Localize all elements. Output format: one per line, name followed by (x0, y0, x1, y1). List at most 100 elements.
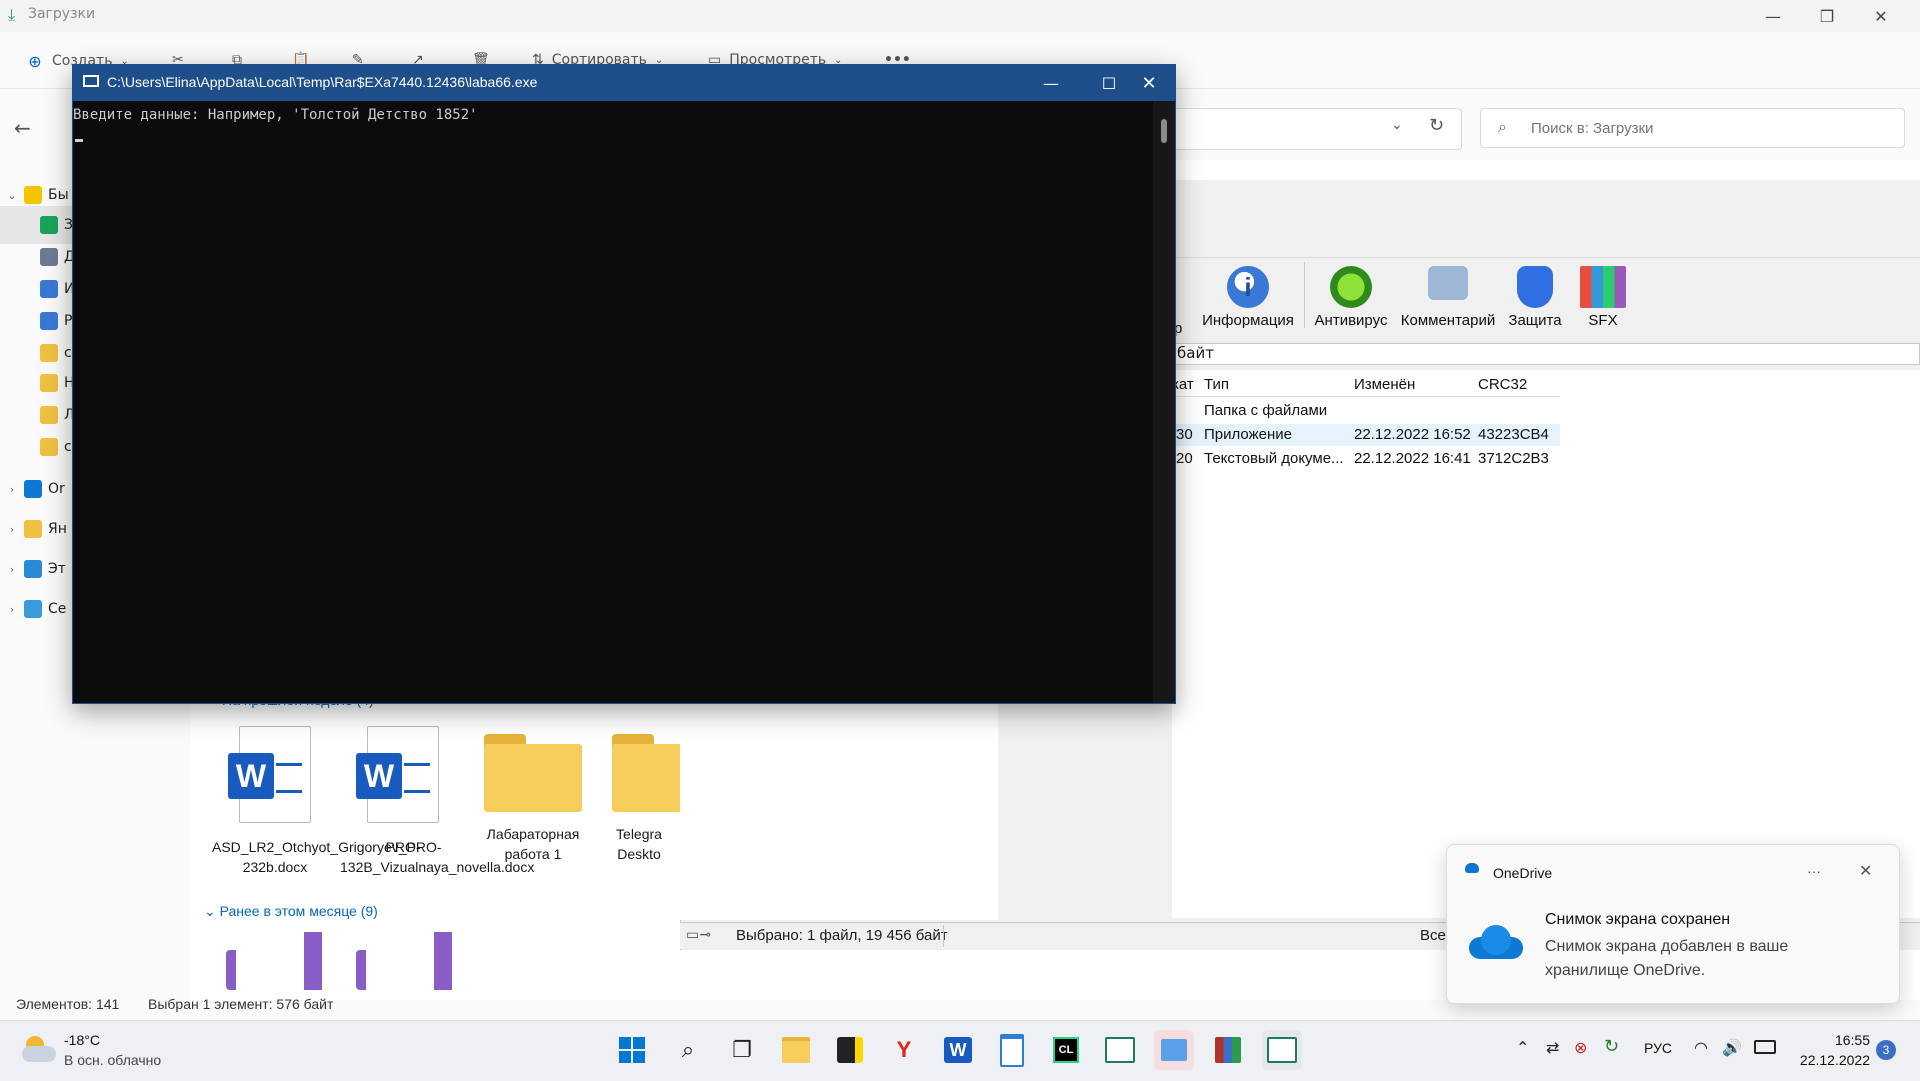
sidebar-item-label: Эт (48, 561, 66, 577)
language-indicator[interactable]: РУС (1644, 1040, 1672, 1056)
notepad-taskbar-button[interactable] (992, 1030, 1032, 1070)
sfx-tool-button[interactable]: SFX (1572, 266, 1634, 329)
path-text: байт (1177, 344, 1214, 362)
console-scrollbar[interactable] (1153, 101, 1175, 703)
back-arrow-icon[interactable]: ← (14, 116, 31, 140)
file-tile-folder[interactable]: Telegra Deskto (598, 726, 680, 864)
file-name: Лабараторная работа 1 (486, 826, 580, 862)
restore-button[interactable]: ❐ (1800, 0, 1854, 32)
console-close-button[interactable]: ✕ (1125, 65, 1173, 101)
group-header-this-month[interactable]: ⌄ Ранее в этом месяце (9) (204, 903, 378, 920)
table-row[interactable]: 20 Текстовый докуме... 22.12.2022 16:41 … (1172, 450, 1560, 472)
word-taskbar-button[interactable]: W (938, 1030, 978, 1070)
search-icon: ⌕ (1498, 117, 1507, 136)
sticky-notes-taskbar-button[interactable] (830, 1030, 870, 1070)
download-icon: ⤓ (8, 5, 16, 24)
clion-taskbar-button[interactable]: CL (1046, 1030, 1086, 1070)
wifi-icon[interactable]: ◠ (1694, 1038, 1708, 1057)
console-titlebar[interactable]: C:\Users\Elina\AppData\Local\Temp\Rar$EX… (73, 65, 1175, 101)
start-button[interactable] (612, 1030, 652, 1070)
chevron-up-icon[interactable]: ⌃ (1516, 1038, 1529, 1057)
comment-tool-button[interactable]: Комментарий (1398, 266, 1498, 329)
snipping-tool-taskbar-button[interactable] (1154, 1030, 1194, 1070)
chevron-icon[interactable]: › (0, 523, 24, 536)
antivirus-tool-button[interactable]: Антивирус (1310, 266, 1392, 329)
chevron-icon[interactable]: › (0, 563, 24, 576)
clock-date[interactable]: 22.12.2022 (1794, 1052, 1870, 1068)
onedrive-notification[interactable]: OneDrive ··· ✕ Снимок экрана сохранен Сн… (1446, 844, 1900, 1004)
console-window[interactable]: C:\Users\Elina\AppData\Local\Temp\Rar$EX… (72, 64, 1176, 704)
document-icon (40, 248, 58, 266)
address-bar[interactable]: ⌄ ↻ (1170, 108, 1462, 150)
folder-icon (40, 344, 58, 362)
onedrive-error-icon[interactable]: ⊗ (1574, 1038, 1587, 1057)
chevron-icon[interactable]: › (0, 483, 24, 496)
tool-label: Защита (1508, 312, 1562, 329)
visual-studio-file-icon[interactable] (226, 932, 322, 990)
weather-description[interactable]: В осн. облачно (64, 1052, 161, 1068)
visual-studio-file-icon[interactable] (356, 932, 452, 990)
search-taskbar-button[interactable]: ⌕ (668, 1030, 708, 1070)
refresh-icon[interactable]: ↻ (1604, 1036, 1619, 1057)
word-document-icon: W (356, 726, 439, 823)
sidebar-item-label: Or (48, 481, 65, 497)
file-tile-word[interactable]: W ASD_LR2_Otchyot_Grigoryev_PRO-232b.doc… (212, 726, 442, 877)
file-name: PRO-132B_Vizualnaya_novella.docx (340, 839, 535, 875)
onedrive-small-icon (1465, 863, 1479, 873)
cell-packed: 20 (1176, 450, 1193, 467)
console-taskbar-button[interactable] (1100, 1030, 1140, 1070)
windows-logo-icon (619, 1037, 645, 1063)
file-name: ASD_LR2_Otchyot_Grigoryev_PRO-232b.docx (212, 839, 442, 875)
info-icon: i (1227, 266, 1269, 308)
file-tile-word[interactable]: W PRO-132B_Vizualnaya_novella.docx (340, 726, 535, 877)
console-title: C:\Users\Elina\AppData\Local\Temp\Rar$EX… (107, 74, 538, 90)
weather-cloud-icon[interactable] (22, 1034, 58, 1062)
winrar-icon (1215, 1037, 1241, 1063)
comment-icon (1428, 266, 1468, 300)
cell-modified: 22.12.2022 16:52 (1354, 426, 1471, 443)
close-icon: ✕ (1874, 6, 1888, 26)
winrar-path-bar[interactable]: байт (1172, 343, 1920, 365)
restore-icon: ❐ (1819, 6, 1835, 26)
tool-label: Антивирус (1314, 312, 1388, 329)
yandex-browser-taskbar-button[interactable]: Y (884, 1030, 924, 1070)
folder-icon (484, 734, 582, 812)
chevron-down-icon[interactable]: ⌄ (1391, 117, 1403, 133)
group-label: Ранее в этом месяце (9) (219, 903, 378, 919)
sync-arrows-icon[interactable]: ⇄ (1546, 1038, 1559, 1057)
file-tile-folder[interactable]: Лабараторная работа 1 (470, 726, 596, 864)
column-header-modified[interactable]: Изменён (1354, 376, 1415, 393)
refresh-icon[interactable]: ↻ (1429, 115, 1444, 136)
column-header-type[interactable]: Тип (1204, 376, 1229, 393)
folder-icon (612, 734, 680, 812)
toast-more-button[interactable]: ··· (1807, 863, 1821, 879)
battery-icon[interactable] (1754, 1040, 1776, 1054)
chevron-icon[interactable]: ⌄ (0, 189, 24, 202)
winrar-taskbar-button[interactable] (1208, 1030, 1248, 1070)
console-minimize-button[interactable]: — (1027, 65, 1075, 101)
search-input[interactable] (1480, 108, 1905, 148)
console-app-icon (1267, 1037, 1297, 1063)
close-button[interactable]: ✕ (1854, 0, 1908, 32)
task-view-button[interactable]: ❐ (722, 1030, 762, 1070)
minimize-button[interactable]: — (1746, 0, 1800, 32)
toast-heading: Снимок экрана сохранен (1545, 911, 1731, 928)
table-row[interactable]: Папка с файлами (1172, 402, 1560, 424)
weather-temperature[interactable]: -18°C (64, 1032, 100, 1048)
active-console-taskbar-button[interactable] (1262, 1030, 1302, 1070)
toast-close-icon[interactable]: ✕ (1859, 861, 1872, 880)
status-item-count: Элементов: 141 (16, 996, 120, 1012)
cell-type: Приложение (1204, 426, 1292, 443)
volume-icon[interactable]: 🔊 (1722, 1038, 1742, 1057)
protect-tool-button[interactable]: Защита (1502, 266, 1568, 329)
scrollbar-thumb[interactable] (1161, 119, 1167, 143)
chevron-icon[interactable]: › (0, 603, 24, 616)
notification-badge[interactable]: 3 (1876, 1040, 1896, 1060)
column-header-crc32[interactable]: CRC32 (1478, 376, 1527, 393)
info-tool-button[interactable]: i Информация (1198, 266, 1298, 329)
clock-time[interactable]: 16:55 (1808, 1032, 1870, 1048)
table-row[interactable]: 30 Приложение 22.12.2022 16:52 43223CB4 (1172, 426, 1560, 448)
winrar-left-pane (680, 702, 998, 920)
file-explorer-taskbar-button[interactable] (776, 1030, 816, 1070)
winrar-menu-area (1172, 185, 1920, 258)
